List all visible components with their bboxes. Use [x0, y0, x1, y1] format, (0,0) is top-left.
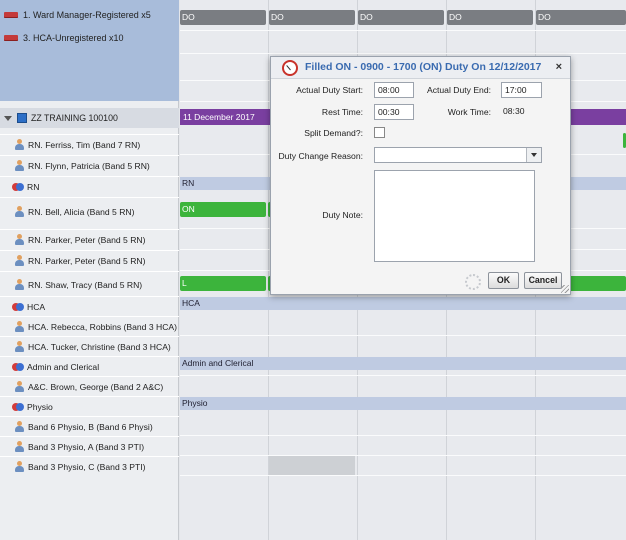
- person-icon: [14, 206, 25, 217]
- selected-cell[interactable]: [269, 456, 355, 475]
- staff-row[interactable]: HCA. Rebecca, Robbins (Band 3 HCA): [0, 316, 179, 336]
- person-icon: [14, 341, 25, 352]
- group-label: ZZ TRAINING 100100: [31, 113, 118, 123]
- duty-change-reason-select[interactable]: [374, 147, 542, 163]
- duty-change-reason-label: Duty Change Reason:: [278, 151, 363, 161]
- actual-duty-end-input[interactable]: 17:00: [501, 82, 542, 98]
- staff-row[interactable]: RN. Parker, Peter (Band 5 RN): [0, 250, 179, 270]
- chevron-down-icon[interactable]: [526, 148, 541, 162]
- legend-label: 1. Ward Manager-Registered x5: [23, 10, 151, 20]
- group-icon: [12, 181, 24, 192]
- staff-label: RN. Ferriss, Tim (Band 7 RN): [28, 139, 141, 150]
- legend-panel: 1. Ward Manager-Registered x5 3. HCA-Unr…: [0, 0, 179, 101]
- split-demand-checkbox[interactable]: [374, 127, 385, 138]
- red-bar-icon: [4, 12, 18, 18]
- person-icon: [14, 421, 25, 432]
- category-bar-physio: Physio: [180, 397, 626, 410]
- day-header[interactable]: DO: [180, 10, 266, 25]
- actual-duty-start-input[interactable]: 08:00: [374, 82, 414, 98]
- staff-label: RN. Parker, Peter (Band 5 RN): [28, 234, 146, 245]
- category-row[interactable]: RN: [0, 176, 179, 196]
- staff-row[interactable]: A&C. Brown, George (Band 2 A&C): [0, 376, 179, 396]
- day-header[interactable]: DO: [447, 10, 533, 25]
- actual-duty-start-label: Actual Duty Start:: [296, 85, 363, 95]
- staff-row[interactable]: RN. Parker, Peter (Band 5 RN): [0, 229, 179, 249]
- staff-row[interactable]: Band 3 Physio, A (Band 3 PTI): [0, 436, 179, 456]
- staff-label: HCA. Tucker, Christine (Band 3 HCA): [28, 341, 171, 352]
- person-icon: [14, 381, 25, 392]
- group-icon: [12, 361, 24, 372]
- staff-label: RN. Parker, Peter (Band 5 RN): [28, 255, 146, 266]
- staff-row[interactable]: RN. Flynn, Patricia (Band 5 RN): [0, 155, 179, 175]
- rest-time-input[interactable]: 00:30: [374, 104, 414, 120]
- resize-grip-icon[interactable]: [561, 285, 569, 293]
- staff-row[interactable]: RN. Ferriss, Tim (Band 7 RN): [0, 134, 179, 154]
- split-demand-label: Split Demand?:: [304, 128, 363, 138]
- collapse-triangle-icon[interactable]: [4, 115, 12, 121]
- day-header[interactable]: DO: [358, 10, 444, 25]
- actual-duty-end-label: Actual Duty End:: [426, 85, 491, 95]
- red-bar-icon: [4, 35, 18, 41]
- legend-item: 3. HCA-Unregistered x10: [4, 31, 124, 45]
- person-icon: [14, 234, 25, 245]
- staff-label: RN. Bell, Alicia (Band 5 RN): [28, 206, 135, 217]
- day-header[interactable]: DO: [269, 10, 355, 25]
- rest-time-label: Rest Time:: [321, 107, 363, 117]
- person-icon: [14, 321, 25, 332]
- ok-button[interactable]: OK: [488, 272, 519, 289]
- category-label: Admin and Clerical: [27, 361, 100, 372]
- staff-label: Band 3 Physio, C (Band 3 PTI): [28, 461, 146, 472]
- cancel-button[interactable]: Cancel: [524, 272, 562, 289]
- duty-note-label: Duty Note:: [322, 210, 363, 220]
- category-bar-admin: Admin and Clerical: [180, 357, 626, 370]
- staff-row[interactable]: Band 6 Physio, B (Band 6 Physi): [0, 416, 179, 436]
- shift-l[interactable]: L: [180, 276, 266, 291]
- person-icon: [14, 279, 25, 290]
- left-panel: 1. Ward Manager-Registered x5 3. HCA-Unr…: [0, 0, 179, 540]
- shift-on[interactable]: ON: [180, 202, 266, 217]
- legend-item: 1. Ward Manager-Registered x5: [4, 8, 151, 22]
- dialog-titlebar[interactable]: Filled ON - 0900 - 1700 (ON) Duty On 12/…: [271, 57, 570, 79]
- category-row[interactable]: Physio: [0, 396, 179, 416]
- loading-spinner-icon: [465, 274, 481, 290]
- staff-row[interactable]: RN. Bell, Alicia (Band 5 RN): [0, 197, 179, 225]
- person-icon: [14, 255, 25, 266]
- legend-label: 3. HCA-Unregistered x10: [23, 33, 124, 43]
- staff-row[interactable]: RN. Shaw, Tracy (Band 5 RN): [0, 271, 179, 297]
- person-icon: [14, 139, 25, 150]
- staff-row[interactable]: Band 3 Physio, C (Band 3 PTI): [0, 456, 179, 476]
- staff-row[interactable]: HCA. Tucker, Christine (Band 3 HCA): [0, 336, 179, 356]
- work-time-value: 08:30: [503, 106, 525, 116]
- staff-label: RN. Flynn, Patricia (Band 5 RN): [28, 160, 150, 171]
- person-icon: [14, 160, 25, 171]
- category-label: HCA: [27, 301, 46, 312]
- unit-icon: [17, 113, 27, 123]
- dialog-title: Filled ON - 0900 - 1700 (ON) Duty On 12/…: [305, 61, 542, 73]
- group-icon: [12, 301, 24, 312]
- close-icon[interactable]: ×: [556, 61, 562, 73]
- person-icon: [14, 461, 25, 472]
- staff-label: Band 6 Physio, B (Band 6 Physi): [28, 421, 153, 432]
- category-label: Physio: [27, 401, 53, 412]
- group-icon: [12, 401, 24, 412]
- category-bar-hca: HCA: [180, 297, 626, 310]
- category-row[interactable]: Admin and Clerical: [0, 356, 179, 376]
- staff-label: A&C. Brown, George (Band 2 A&C): [28, 381, 164, 392]
- person-icon: [14, 441, 25, 452]
- duty-note-textarea[interactable]: [374, 170, 535, 262]
- category-label: RN: [27, 181, 40, 192]
- staff-label: HCA. Rebecca, Robbins (Band 3 HCA): [28, 321, 178, 332]
- staff-label: Band 3 Physio, A (Band 3 PTI): [28, 441, 145, 452]
- clock-icon: [282, 60, 298, 76]
- duty-dialog: Filled ON - 0900 - 1700 (ON) Duty On 12/…: [270, 56, 571, 295]
- staff-label: RN. Shaw, Tracy (Band 5 RN): [28, 279, 143, 290]
- day-header[interactable]: DO: [536, 10, 626, 25]
- work-time-label: Work Time:: [447, 107, 491, 117]
- category-row[interactable]: HCA: [0, 296, 179, 316]
- group-header[interactable]: ZZ TRAINING 100100: [0, 108, 179, 128]
